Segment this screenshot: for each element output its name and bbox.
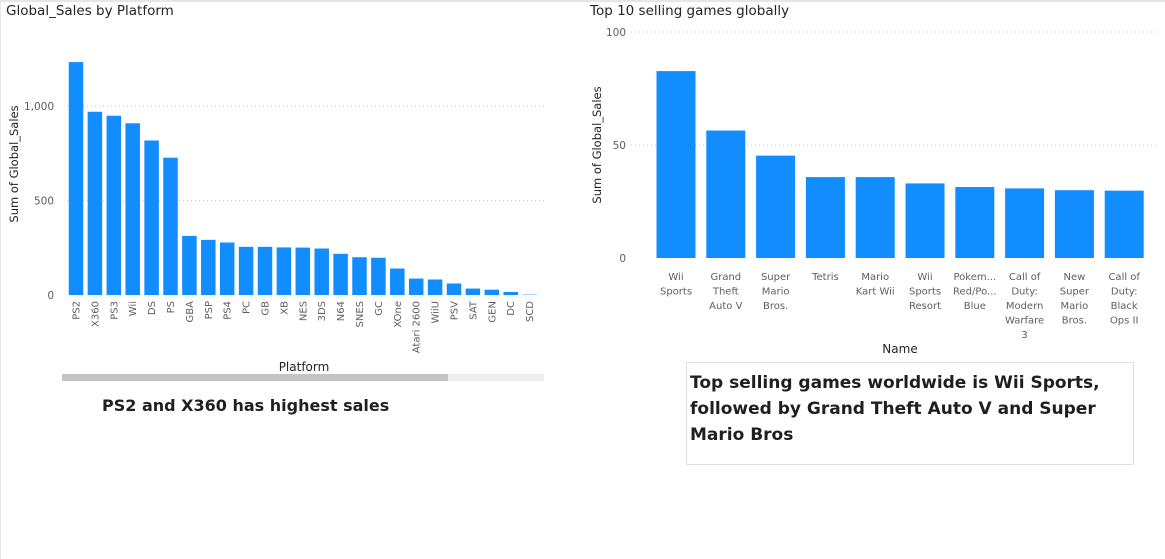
x-tick-label: NES [298, 301, 309, 321]
bar-game-1 [656, 71, 696, 259]
x-axis-title: Platform [279, 360, 330, 374]
bar-psp [201, 239, 216, 295]
x-tick-label: Grand Theft Auto V [709, 272, 742, 312]
x-tick-label: Pokem... Red/Po... Blue [953, 272, 997, 312]
x-tick-label: XB [279, 301, 290, 315]
bar-wiiu [427, 279, 443, 295]
x-tick-label: X360 [90, 301, 101, 327]
y-tick-label: 0 [47, 290, 54, 302]
bar-game-9 [1054, 190, 1094, 258]
bar-game-7 [955, 187, 995, 258]
bar-game-3 [756, 155, 796, 258]
x-tick-label: SNES [355, 301, 366, 328]
platform-sales-visual[interactable]: Global_Sales by Platform 0 500 1,000 PS2 X36… [0, 0, 560, 400]
bar-gc [371, 257, 386, 295]
x-tick-label: DS [147, 301, 158, 315]
bar-atari-2600 [408, 278, 424, 295]
bar-x360 [87, 111, 103, 296]
x-tick-label: WiiU [431, 301, 442, 324]
x-tick-label: SCD [525, 301, 536, 322]
x-tick-label: PS3 [109, 301, 120, 320]
x-tick-label: Wii Sports Resort [909, 272, 941, 312]
bar-nes [295, 247, 311, 295]
x-tick-label: Call of Duty: Modern Warfare 3 [1005, 272, 1044, 341]
x-tick-label: XOne [393, 301, 404, 328]
bar-gen [484, 289, 500, 295]
bar-game-6 [905, 183, 945, 258]
x-tick-label: Wii [128, 301, 139, 316]
bar-game-2 [706, 130, 746, 258]
x-tick-label: GEN [487, 301, 498, 323]
x-tick-label: New Super Mario Bros. [1060, 272, 1090, 327]
bar-ps4 [219, 242, 235, 295]
y-tick-label: 1,000 [24, 101, 54, 113]
x-tick-label: Super Mario Bros. [761, 272, 791, 312]
bar-ps3 [106, 115, 122, 295]
bar-snes [352, 257, 367, 295]
bar-game-8 [1005, 188, 1045, 258]
x-tick-label: 3DS [317, 301, 328, 321]
bar-ds [144, 140, 159, 295]
platform-summary-note: PS2 and X360 has highest sales [102, 396, 390, 415]
y-tick-label: 50 [613, 140, 626, 152]
x-tick-label: GC [374, 301, 385, 316]
bar-xb [276, 247, 292, 295]
bar-gb [257, 246, 273, 295]
bar-3ds [314, 248, 329, 295]
y-tick-label: 100 [606, 27, 626, 39]
scrollbar-thumb[interactable] [62, 374, 448, 381]
x-tick-label: Wii Sports [660, 272, 692, 298]
bar-game-4 [805, 177, 845, 258]
x-axis-title: Name [882, 342, 917, 356]
x-tick-label: SAT [468, 300, 479, 320]
bar-xone [390, 268, 405, 295]
x-tick-label: PS [166, 301, 177, 313]
games-summary-note: Top selling games worldwide is Wii Sport… [690, 373, 1100, 445]
x-tick-label: N64 [336, 301, 347, 321]
x-tick-label: PS2 [72, 301, 83, 320]
x-tick-label: Call of Duty: Black Ops II [1108, 272, 1140, 327]
bar-dc [503, 291, 518, 295]
x-tick-label: GBA [185, 301, 196, 323]
x-tick-label: PC [242, 301, 253, 314]
bar-ps [163, 157, 178, 295]
y-tick-label: 0 [619, 253, 626, 265]
bar-game-5 [855, 177, 895, 258]
x-tick-label: DC [506, 301, 517, 316]
bar-pc [238, 246, 254, 295]
bar-psv [446, 283, 462, 295]
bar-wii [125, 123, 140, 295]
top-games-chart[interactable]: 0 50 100 Wii Sports Grand Theft Auto V Super Mari… [584, 0, 1165, 360]
x-tick-label: PSP [204, 301, 215, 319]
y-axis-title: Sum of Global_Sales [590, 86, 604, 203]
x-tick-label: Atari 2600 [412, 301, 423, 353]
bar-sat [465, 288, 481, 295]
y-axis-title: Sum of Global_Sales [7, 105, 21, 222]
platform-sales-chart[interactable]: 0 500 1,000 PS2 X360 PS3 Wii DS PS GBA PSP PS4 PC GB X… [0, 0, 560, 380]
x-tick-label: PS4 [223, 301, 234, 320]
x-tick-label: Mario Kart Wii [856, 272, 895, 298]
horizontal-scrollbar[interactable] [62, 374, 544, 381]
bar-ps2 [68, 62, 84, 295]
bar-gba [182, 235, 197, 295]
x-tick-label: GB [261, 301, 272, 316]
bar-n64 [333, 253, 348, 295]
bar-game-10 [1104, 190, 1144, 258]
top-games-visual[interactable]: Top 10 selling games globally 0 50 100 Wii S… [584, 0, 1165, 360]
x-tick-label: Tetris [811, 272, 839, 283]
games-summary-textbox[interactable]: Top selling games worldwide is Wii Sport… [686, 362, 1134, 465]
y-tick-label: 500 [34, 196, 54, 208]
x-tick-label: PSV [450, 301, 461, 320]
